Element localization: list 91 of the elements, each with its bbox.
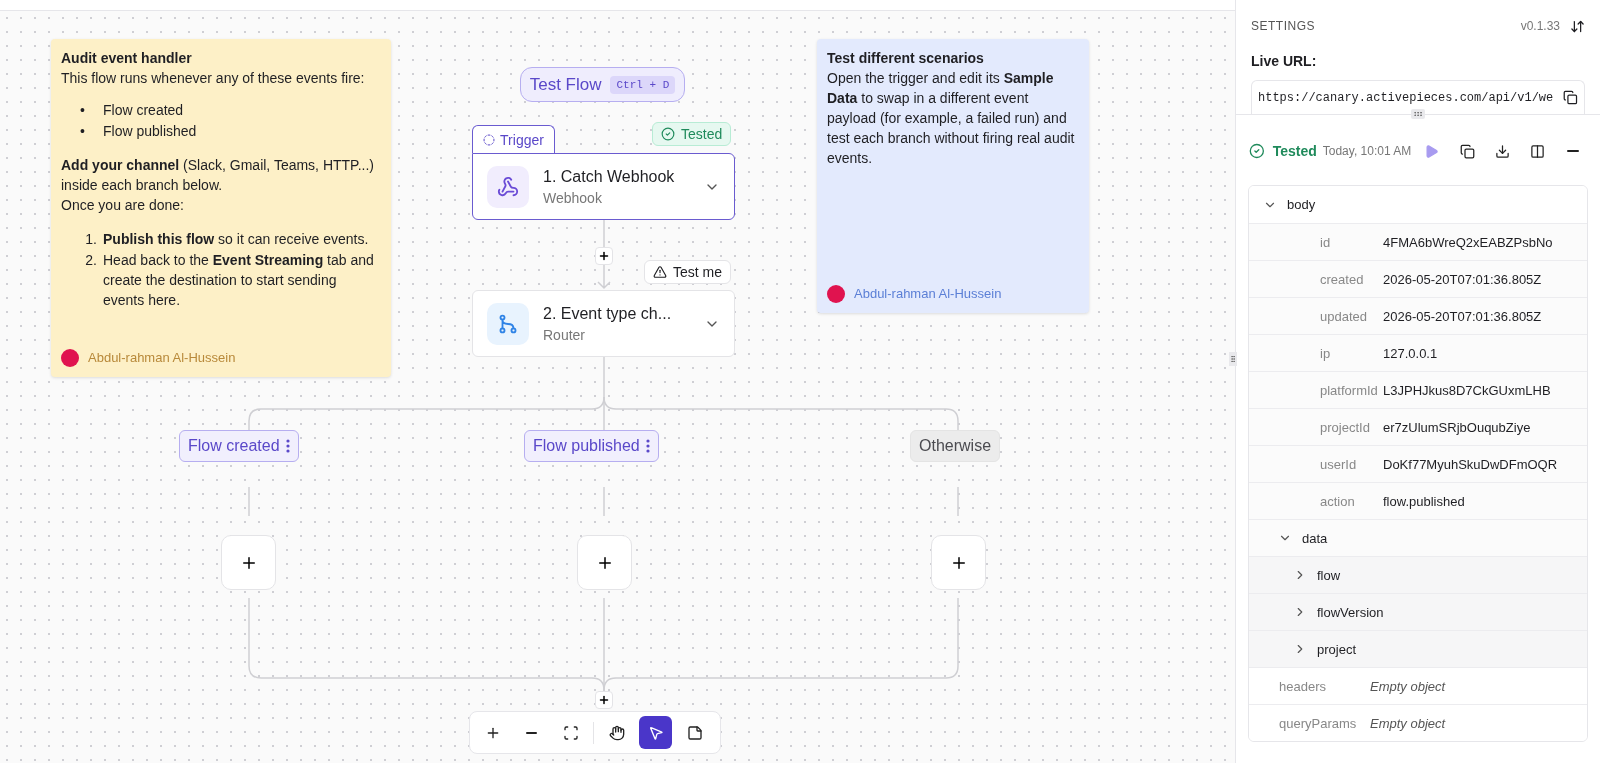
bullet-marker: • bbox=[79, 101, 86, 120]
download-icon bbox=[1495, 143, 1511, 159]
swap-icon[interactable] bbox=[1570, 18, 1585, 34]
field-value: 2026-05-20T07:01:36.805Z bbox=[1383, 308, 1542, 324]
note-icon bbox=[686, 724, 703, 741]
note-list-item: Head back to the Event Streaming tab and create the destination to start sending events here. bbox=[103, 251, 375, 310]
connector-line bbox=[957, 486, 959, 517]
note-list-item: Flow published bbox=[103, 122, 197, 141]
bullet-marker: • bbox=[79, 122, 86, 141]
pointer-icon bbox=[647, 724, 664, 741]
connector-line bbox=[248, 486, 250, 517]
resize-handle-icon[interactable] bbox=[1229, 352, 1237, 366]
branch-name: Flow published bbox=[533, 437, 640, 455]
avatar-icon bbox=[61, 349, 79, 367]
branch-label[interactable]: Otherwise bbox=[910, 430, 1001, 462]
check-circle-icon bbox=[1249, 143, 1265, 159]
check-circle-icon bbox=[661, 127, 675, 141]
step-title: 2. Event type ch... bbox=[543, 304, 673, 323]
more-icon bbox=[285, 439, 290, 453]
add-step-button[interactable] bbox=[595, 247, 613, 265]
step-subtitle: Router bbox=[543, 326, 587, 343]
play-icon bbox=[1424, 143, 1440, 159]
note-title: Test different scenarios bbox=[827, 49, 985, 68]
version-label: v0.1.33 bbox=[1520, 19, 1560, 33]
note-text: Add your channel (Slack, Gmail, Teams, HTTP...) inside each branch below. bbox=[61, 157, 374, 193]
field-key: userId bbox=[1320, 456, 1383, 472]
field-key: created bbox=[1320, 271, 1383, 287]
copy-icon bbox=[1459, 143, 1475, 159]
field-key: queryParams bbox=[1279, 715, 1370, 731]
field-value: L3JPHJkus8D7CkGUxmLHB bbox=[1383, 382, 1551, 398]
field-value: Empty object bbox=[1370, 678, 1446, 694]
note-text: Open the trigger and edit its Sample Data to swap in a different event payload (for example, a failed run) and test each branch without firing real audit events. bbox=[827, 70, 1075, 166]
live-url-label: Live URL: bbox=[1251, 53, 1318, 69]
add-step-button[interactable] bbox=[595, 691, 613, 709]
panel-heading: SETTINGS bbox=[1251, 19, 1315, 33]
branch-name: Flow created bbox=[188, 437, 280, 455]
warning-icon bbox=[653, 265, 667, 279]
avatar-icon bbox=[827, 285, 845, 303]
resize-handle-icon[interactable] bbox=[1411, 109, 1425, 119]
note-text: This flow runs whenever any of these events fire: bbox=[61, 70, 365, 86]
status-label: Test me bbox=[673, 264, 722, 280]
field-key: ip bbox=[1320, 345, 1383, 361]
field-value: 2026-05-20T07:01:36.805Z bbox=[1383, 271, 1542, 287]
test-time: Today, 10:01 AM bbox=[1322, 144, 1412, 158]
shortcut-hint: Ctrl + D bbox=[610, 75, 676, 94]
branch-name: Otherwise bbox=[919, 437, 992, 455]
field-value: er7zUlumSRjbOuqubZiye bbox=[1383, 419, 1531, 435]
field-value: Empty object bbox=[1370, 715, 1446, 731]
test-flow-button[interactable]: Test Flow Ctrl + D bbox=[520, 67, 685, 102]
step-card[interactable]: 2. Event type ch... Router bbox=[472, 290, 735, 357]
note-title: Audit event handler bbox=[61, 49, 193, 68]
step-subtitle: Webhook bbox=[543, 189, 603, 206]
connector-arrow bbox=[597, 219, 611, 290]
field-key: updated bbox=[1320, 308, 1383, 324]
hand-icon bbox=[608, 724, 625, 741]
zoom-out-icon bbox=[526, 731, 537, 734]
plus-icon bbox=[598, 250, 610, 262]
step-card[interactable]: 1. Catch Webhook Webhook bbox=[472, 153, 735, 220]
test-status: Tested bbox=[1272, 143, 1317, 159]
trigger-label: Trigger bbox=[500, 131, 544, 148]
field-value: DoKf77MyuhSkuDwDFmOQR bbox=[1383, 456, 1558, 472]
toolbar-button[interactable] bbox=[639, 716, 672, 749]
field-key: headers bbox=[1279, 678, 1370, 694]
field-key: action bbox=[1320, 493, 1383, 509]
branch-label[interactable]: Flow created bbox=[179, 430, 299, 462]
list-number: 2. bbox=[84, 251, 98, 270]
note-text: Once you are done: bbox=[61, 197, 184, 213]
field-value: flow.published bbox=[1383, 493, 1465, 509]
field-value: 4FMA6bWreQ2xEABZPsbNo bbox=[1383, 234, 1553, 250]
field-key: id bbox=[1320, 234, 1383, 250]
webhook-icon bbox=[497, 175, 519, 198]
note-author: Abdul-rahman Al-Hussein bbox=[88, 349, 236, 367]
field-key: platformId bbox=[1320, 382, 1383, 398]
branch-icon bbox=[497, 312, 519, 335]
connector-line bbox=[603, 486, 605, 517]
note-list-item: Publish this flow so it can receive events. bbox=[103, 230, 369, 249]
status-label: Tested bbox=[681, 126, 723, 142]
field-value: 127.0.0.1 bbox=[1383, 345, 1438, 361]
step-title: 1. Catch Webhook bbox=[543, 167, 676, 186]
columns-icon bbox=[1530, 143, 1546, 159]
branch-label[interactable]: Flow published bbox=[524, 430, 659, 462]
more-icon bbox=[645, 439, 650, 453]
field-key[interactable]: body bbox=[1287, 197, 1487, 212]
list-number: 1. bbox=[84, 230, 98, 249]
note-list-item: Flow created bbox=[103, 101, 184, 120]
note-author: Abdul-rahman Al-Hussein bbox=[854, 285, 1002, 303]
plus-icon bbox=[598, 694, 610, 706]
copy-icon bbox=[1563, 90, 1578, 105]
fit-view-icon bbox=[562, 724, 579, 741]
field-key: projectId bbox=[1320, 419, 1383, 435]
minus-icon bbox=[1567, 150, 1580, 152]
